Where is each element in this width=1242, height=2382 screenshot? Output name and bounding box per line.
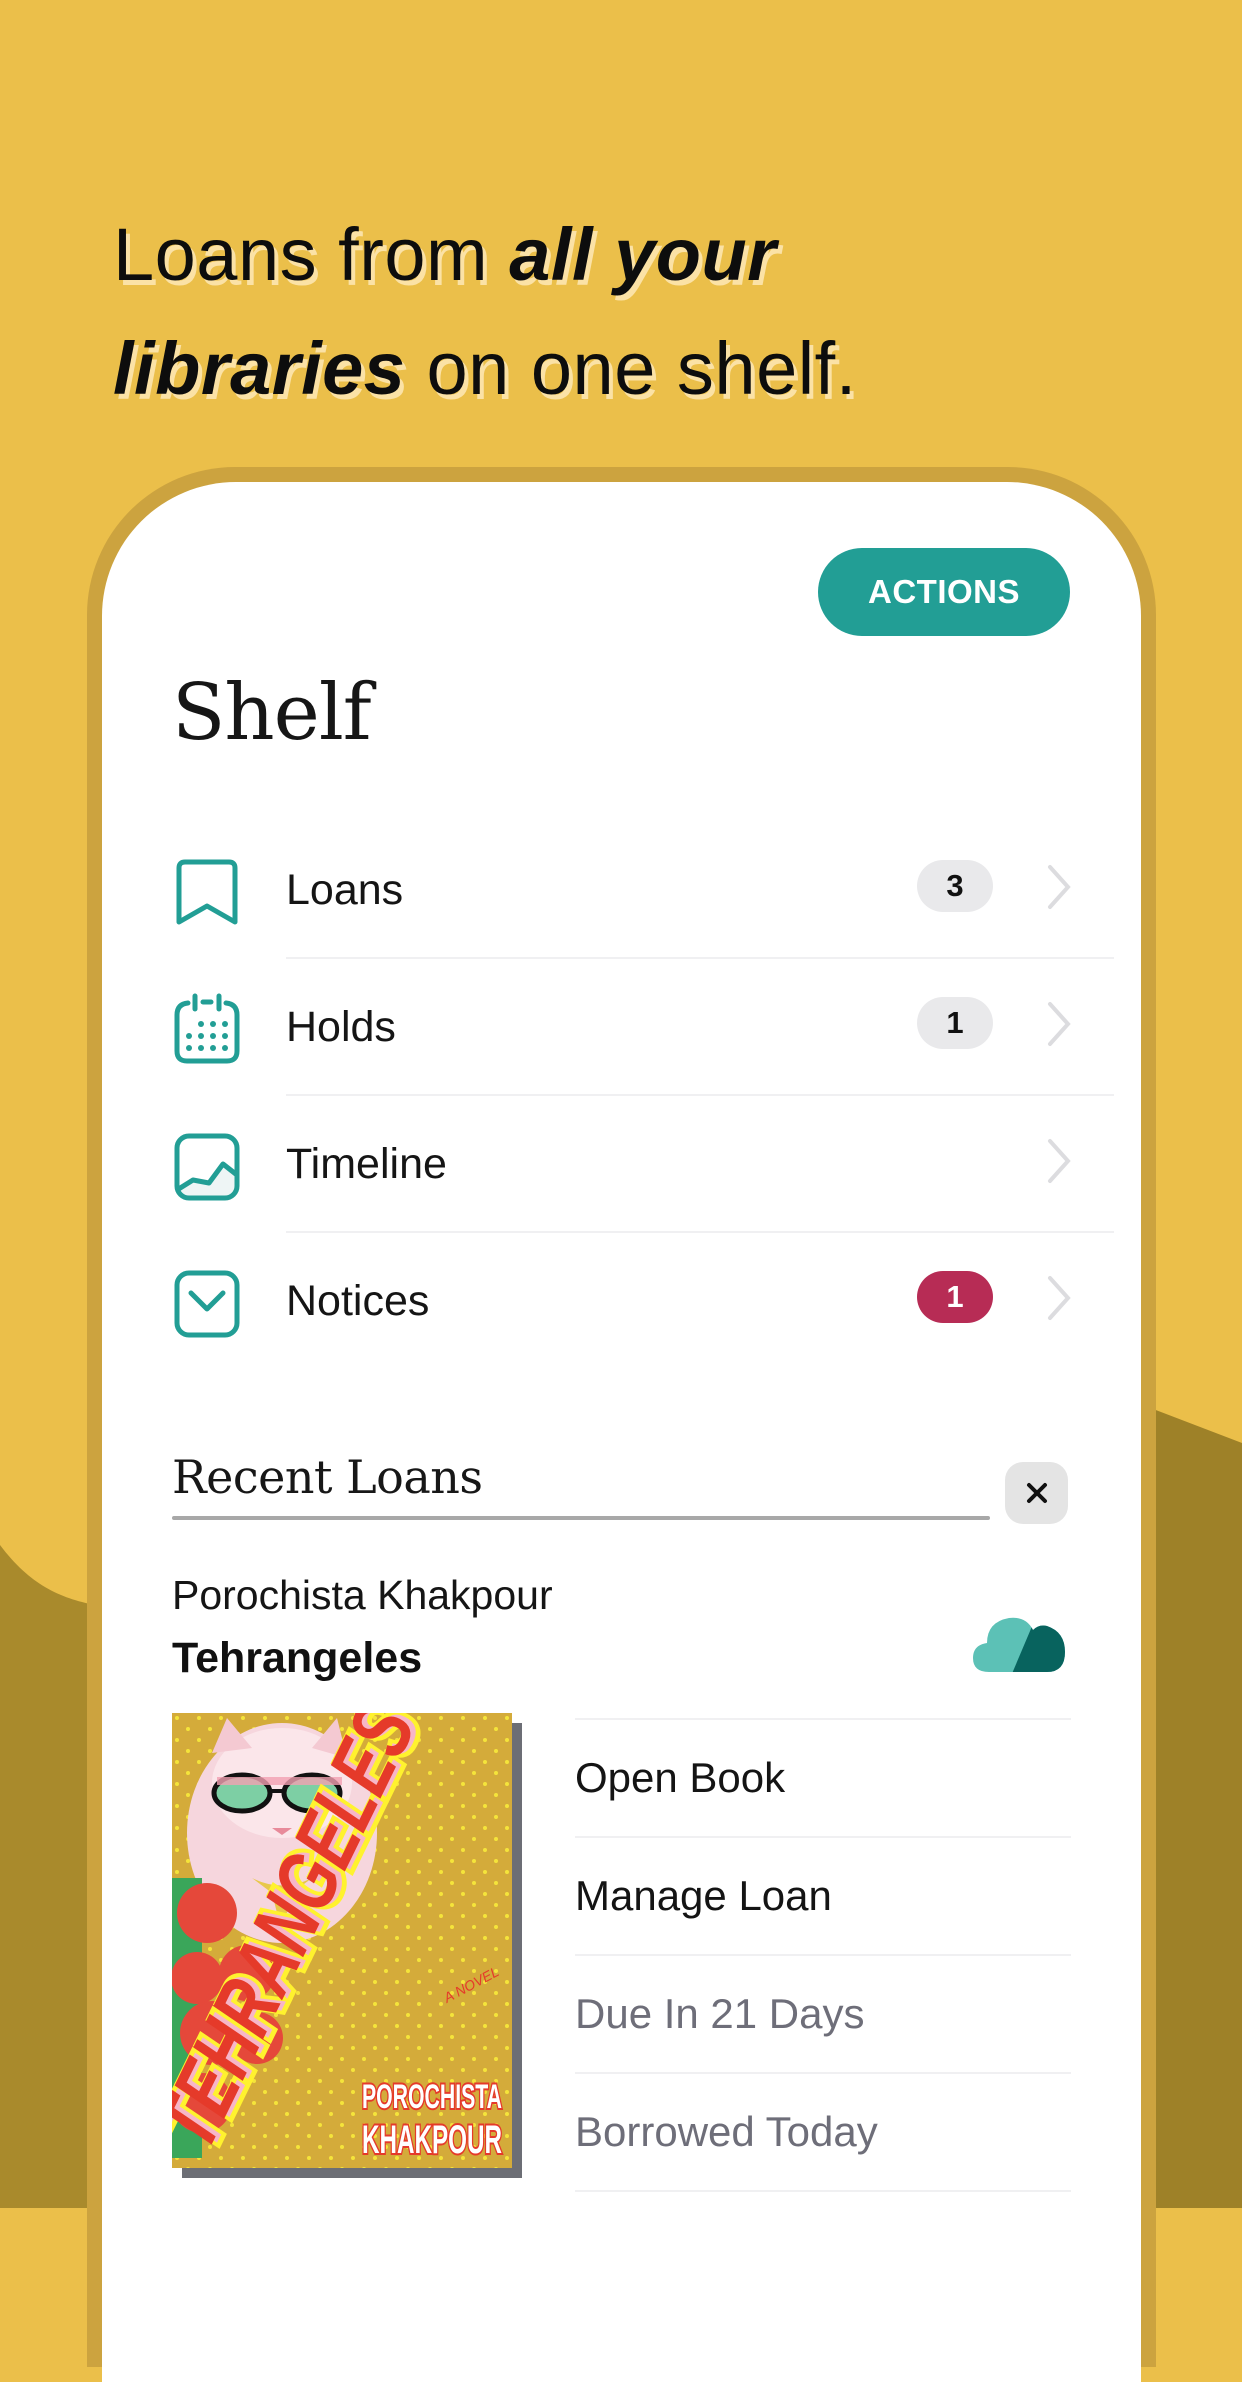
nav-item-holds[interactable]: Holds 1 bbox=[102, 959, 1141, 1096]
envelope-icon bbox=[174, 1270, 240, 1338]
cover-author-line1: POROCHISTA bbox=[362, 2078, 502, 2116]
actions-button[interactable]: ACTIONS bbox=[818, 548, 1070, 636]
chevron-right-icon bbox=[1048, 865, 1071, 909]
loan-title[interactable]: Tehrangeles bbox=[172, 1634, 422, 1683]
section-underline bbox=[172, 1516, 990, 1520]
bookmark-icon bbox=[176, 859, 238, 925]
nav-label: Loans bbox=[286, 866, 404, 914]
cover-author-line2: KHAKPOUR bbox=[362, 2118, 502, 2162]
cloud-download-icon[interactable] bbox=[971, 1610, 1067, 1676]
book-cover[interactable]: TEHRANGELES TEHRANGELES A NOVEL POROCHIS… bbox=[172, 1713, 524, 2178]
section-title-recent-loans: Recent Loans bbox=[172, 1450, 483, 1504]
borrowed-date-info: Borrowed Today bbox=[575, 2072, 1071, 2190]
nav-label: Timeline bbox=[286, 1140, 447, 1188]
cover-art: TEHRANGELES TEHRANGELES A NOVEL POROCHIS… bbox=[172, 1713, 512, 2168]
alert-badge: 1 bbox=[917, 1271, 993, 1323]
chevron-right-icon bbox=[1048, 1276, 1071, 1320]
chevron-right-icon bbox=[1048, 1139, 1071, 1183]
nav-label: Holds bbox=[286, 1003, 396, 1051]
close-icon bbox=[1026, 1483, 1047, 1503]
app-screen: ACTIONS Shelf Loans 3 Holds 1 Timeline N… bbox=[102, 482, 1141, 2382]
manage-loan-action[interactable]: Manage Loan bbox=[575, 1836, 1071, 1954]
dismiss-recent-loans-button[interactable] bbox=[1005, 1462, 1068, 1524]
loan-action-list: Open Book Manage Loan Due In 21 Days Bor… bbox=[575, 1718, 1071, 2194]
nav-item-loans[interactable]: Loans 3 bbox=[102, 822, 1141, 959]
headline-emphasis: all your bbox=[509, 213, 777, 296]
loan-author: Porochista Khakpour bbox=[172, 1572, 553, 1618]
page-title: Shelf bbox=[172, 668, 372, 758]
headline-emphasis: libraries bbox=[113, 327, 406, 410]
shelf-nav-list: Loans 3 Holds 1 Timeline Notices 1 bbox=[102, 822, 1141, 1370]
chart-icon bbox=[174, 1133, 240, 1201]
headline-text: on one shelf. bbox=[405, 327, 857, 410]
nav-item-notices[interactable]: Notices 1 bbox=[102, 1233, 1141, 1370]
due-date-info: Due In 21 Days bbox=[575, 1954, 1071, 2072]
marketing-headline: Loans from all your libraries on one she… bbox=[113, 198, 1173, 426]
divider bbox=[575, 2190, 1071, 2194]
chevron-right-icon bbox=[1048, 1002, 1071, 1046]
calendar-icon bbox=[174, 993, 240, 1064]
count-badge: 3 bbox=[917, 860, 993, 912]
nav-item-timeline[interactable]: Timeline bbox=[102, 1096, 1141, 1233]
headline-text: Loans from bbox=[113, 213, 510, 296]
nav-label: Notices bbox=[286, 1277, 430, 1325]
count-badge: 1 bbox=[917, 997, 993, 1049]
open-book-action[interactable]: Open Book bbox=[575, 1718, 1071, 1836]
